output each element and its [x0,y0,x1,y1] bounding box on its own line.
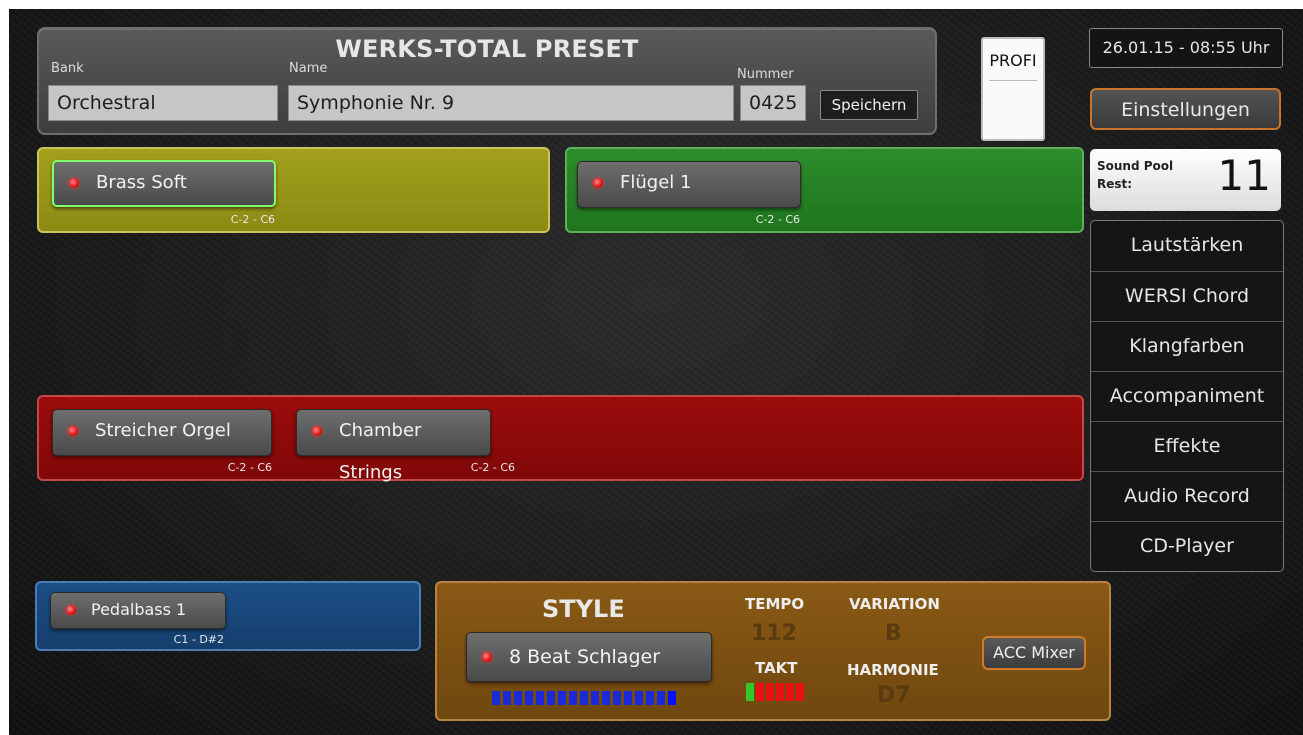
profi-divider [989,80,1037,81]
sound-pool-label: Sound Pool Rest: [1097,157,1173,193]
style-active-led [482,652,492,662]
meter-segment [525,691,533,705]
takt-meter [746,683,808,701]
variation-value[interactable]: B [885,621,902,646]
voice-range: C-2 - C6 [227,461,272,474]
voice-label: Brass Soft [96,172,187,193]
meter-segment [646,691,654,705]
acc-mixer-button[interactable]: ACC Mixer [982,636,1086,670]
meter-segment [536,691,544,705]
bank-label: Bank [51,61,84,76]
save-button[interactable]: Speichern [820,90,918,120]
voice-button-brass-soft[interactable]: Brass Soft [52,160,276,207]
meter-segment [569,691,577,705]
settings-button[interactable]: Einstellungen [1090,88,1281,130]
voice-label: Streicher Orgel [95,420,231,441]
menu-item-wersi-chord[interactable]: WERSI Chord [1091,271,1283,320]
meter-segment [624,691,632,705]
voice-active-led [312,426,322,436]
meter-segment [503,691,511,705]
menu-item-effekte[interactable]: Effekte [1091,421,1283,470]
voice-label: Flügel 1 [620,172,692,193]
meter-segment [591,691,599,705]
voice-button-chamber-strings[interactable]: Chamber Strings [296,409,491,483]
zone-lower: Streicher Orgel C-2 - C6 Chamber Strings… [37,395,1084,483]
takt-beat [766,683,774,701]
takt-label: TAKT [755,659,798,677]
style-progress-meter [492,691,682,705]
side-menu: Lautstärken WERSI Chord Klangfarben Acco… [1090,220,1284,572]
menu-item-lautstaerken[interactable]: Lautstärken [1091,221,1283,270]
variation-label: VARIATION [849,595,940,613]
voice-range: C-2 - C6 [755,213,800,226]
zone-upper-right: Flügel 1 C-2 - C6 [565,147,1084,233]
profi-toggle[interactable]: PROFI [981,37,1045,141]
meter-segment [558,691,566,705]
voice-button-pedalbass-1[interactable]: Pedalbass 1 [50,592,226,629]
harmonie-label: HARMONIE [847,661,939,679]
meter-segment [613,691,621,705]
meter-segment [635,691,643,705]
bank-field[interactable]: Orchestral [48,85,278,121]
style-name: 8 Beat Schlager [509,646,661,668]
voice-range: C-2 - C6 [230,213,275,226]
voice-range: C1 - D#2 [173,633,224,646]
menu-item-cd-player[interactable]: CD-Player [1091,521,1283,570]
takt-beat [786,683,794,701]
name-field[interactable]: Symphonie Nr. 9 [288,85,734,121]
number-field[interactable]: 0425 [740,85,806,121]
meter-segment [492,691,500,705]
meter-segment [668,691,676,705]
voice-active-led [66,605,76,615]
menu-item-klangfarben[interactable]: Klangfarben [1091,321,1283,370]
sound-pool-label-line2: Rest: [1097,177,1133,191]
takt-beat [776,683,784,701]
voice-label: Chamber Strings [339,420,422,483]
profi-label: PROFI [989,51,1037,70]
datetime-display: 26.01.15 - 08:55 Uhr [1089,28,1283,68]
voice-label: Pedalbass 1 [91,600,187,619]
takt-beat-active [746,683,754,701]
preset-title: WERKS-TOTAL PRESET [335,35,639,63]
takt-beat [756,683,764,701]
meter-segment [547,691,555,705]
menu-item-audio-record[interactable]: Audio Record [1091,471,1283,520]
sound-pool-panel: Sound Pool Rest: 11 [1090,149,1281,211]
style-button-8-beat-schlager[interactable]: 8 Beat Schlager [466,632,712,682]
preset-panel: WERKS-TOTAL PRESET Bank Orchestral Name … [37,27,937,135]
tempo-label: TEMPO [745,595,805,613]
voice-range: C-2 - C6 [470,461,515,474]
voice-active-led [69,178,79,188]
organ-screen: WERKS-TOTAL PRESET Bank Orchestral Name … [9,9,1303,735]
menu-item-accompaniment[interactable]: Accompaniment [1091,371,1283,420]
zone-upper-left: Brass Soft C-2 - C6 [37,147,550,233]
name-label: Name [289,61,328,76]
zone-pedal: Pedalbass 1 C1 - D#2 [35,581,421,651]
tempo-value[interactable]: 112 [751,621,797,646]
meter-segment [602,691,610,705]
style-title: STYLE [542,595,625,623]
sound-pool-value: 11 [1217,151,1271,200]
meter-segment [580,691,588,705]
voice-button-fluegel-1[interactable]: Flügel 1 [577,161,801,208]
takt-beat [796,683,804,701]
number-label: Nummer [737,67,794,82]
harmonie-value: D7 [877,683,911,708]
meter-segment [657,691,665,705]
meter-segment [514,691,522,705]
voice-active-led [68,426,78,436]
voice-active-led [593,178,603,188]
voice-button-streicher-orgel[interactable]: Streicher Orgel [52,409,272,456]
sound-pool-label-line1: Sound Pool [1097,159,1174,173]
